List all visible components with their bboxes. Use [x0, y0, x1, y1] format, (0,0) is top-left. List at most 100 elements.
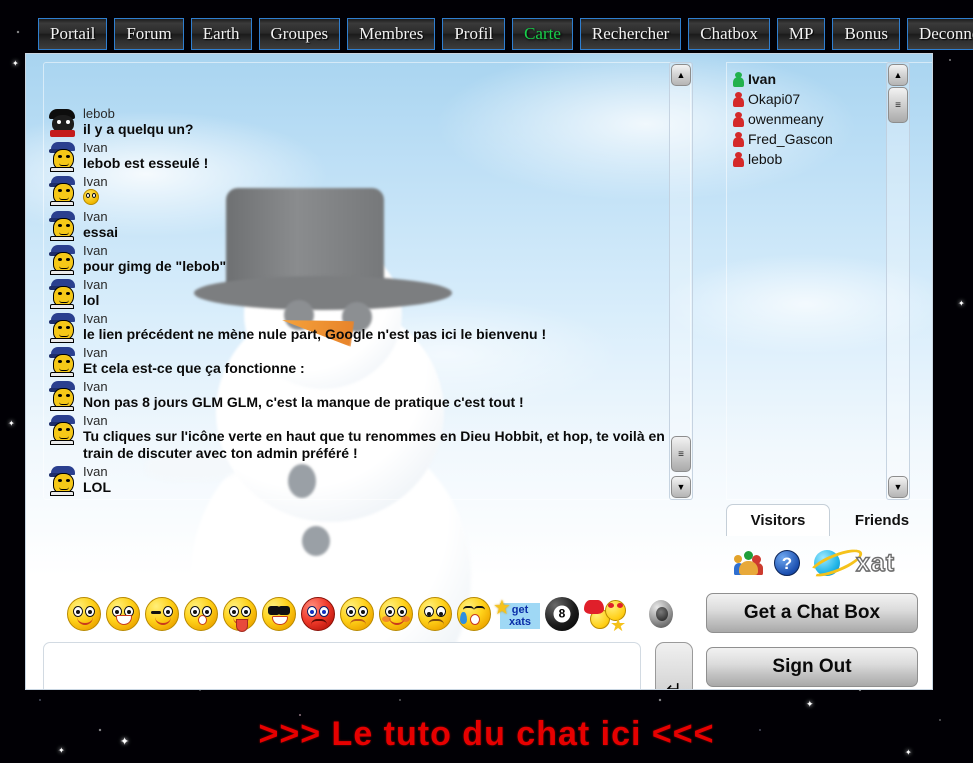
- members-icon[interactable]: [734, 549, 764, 577]
- nav-item-rechercher[interactable]: Rechercher: [579, 18, 682, 50]
- nav-item-membres[interactable]: Membres: [347, 18, 436, 50]
- tab-visitors[interactable]: Visitors: [726, 504, 830, 536]
- chat-message: Ivan Et cela est-ce que ça fonctionne :: [48, 344, 684, 378]
- scroll-up-button[interactable]: ▲: [671, 64, 691, 86]
- cool-emoticon[interactable]: [262, 597, 296, 631]
- sound-speaker-icon[interactable]: [645, 598, 677, 630]
- tutorial-link[interactable]: >>> Le tuto du chat ici <<<: [259, 715, 715, 754]
- message-text: Et cela est-ce que ça fonctionne :: [83, 360, 305, 376]
- help-icon[interactable]: ?: [774, 550, 800, 576]
- ivan-avatar: [48, 176, 77, 206]
- ivan-avatar: [48, 415, 77, 445]
- nav-item-forum[interactable]: Forum: [114, 18, 184, 50]
- blush-emoticon[interactable]: [379, 597, 413, 631]
- chevron-down-icon: ▼: [676, 482, 686, 492]
- get-xats-line1: get: [511, 604, 529, 616]
- message-text: le lien précédent ne mène nule part, Goo…: [83, 326, 547, 342]
- chat-message-pane[interactable]: lebob il y a quelqu un? Ivan lebob est e…: [43, 62, 691, 500]
- message-username: Ivan: [83, 345, 108, 360]
- nav-item-portail[interactable]: Portail: [38, 18, 108, 50]
- nav-item-carte[interactable]: Carte: [512, 18, 573, 50]
- wink-emoticon[interactable]: [145, 597, 179, 631]
- get-a-chat-box-button[interactable]: Get a Chat Box: [706, 593, 918, 633]
- grin-emoticon: [83, 189, 99, 205]
- message-username: Ivan: [83, 413, 108, 428]
- chevron-up-icon: ▲: [676, 70, 686, 80]
- kiss-emoticon[interactable]: ★: [584, 597, 628, 635]
- ivan-avatar: [48, 347, 77, 377]
- main-navigation: Portail Forum Earth Groupes Membres Prof…: [0, 13, 973, 55]
- scroll-up-button[interactable]: ▲: [888, 64, 908, 86]
- grip-icon: ≡: [678, 448, 684, 460]
- frown-emoticon[interactable]: [418, 597, 452, 631]
- nav-item-groupes[interactable]: Groupes: [258, 18, 341, 50]
- eight-ball-icon[interactable]: 8: [545, 597, 579, 631]
- nav-item-deconnexion[interactable]: Deconnexion: [906, 18, 973, 50]
- tutorial-banner: >>> Le tuto du chat ici <<<: [0, 706, 973, 763]
- star-icon: ★: [493, 597, 511, 619]
- grip-icon: ≡: [895, 99, 901, 111]
- send-message-button[interactable]: ↵: [655, 642, 693, 689]
- grin-emoticon[interactable]: [106, 597, 140, 631]
- message-text: [83, 189, 684, 207]
- nav-item-profil[interactable]: Profil: [442, 18, 506, 50]
- scrollbar-thumb[interactable]: ≡: [888, 87, 908, 123]
- nav-item-bonus[interactable]: Bonus: [832, 18, 900, 50]
- star-glyph: ✦: [12, 59, 19, 68]
- chat-message: Ivan lol: [48, 276, 684, 310]
- ivan-avatar: [48, 279, 77, 309]
- chat-message: Ivan le lien précédent ne mène nule part…: [48, 310, 684, 344]
- nav-item-mp[interactable]: MP: [776, 18, 826, 50]
- message-input[interactable]: [43, 642, 641, 689]
- tab-friends[interactable]: Friends: [830, 504, 932, 536]
- message-text: pour gimg de "lebob": [83, 258, 227, 274]
- sign-out-button[interactable]: Sign Out: [706, 647, 918, 687]
- xat-wordmark: xat: [855, 548, 896, 577]
- chat-message: Ivan pour gimg de "lebob": [48, 242, 684, 276]
- chevron-down-icon: ▼: [893, 482, 903, 492]
- eight-ball-number: 8: [553, 605, 571, 623]
- nav-item-earth[interactable]: Earth: [190, 18, 252, 50]
- emoticon-bar: get xats ★ 8 ★: [43, 592, 723, 636]
- message-username: Ivan: [83, 209, 108, 224]
- message-username: Ivan: [83, 311, 108, 326]
- chat-message: Ivan essai: [48, 208, 684, 242]
- user-status-icon-away: [733, 131, 744, 147]
- ivan-avatar: [48, 466, 77, 496]
- chat-message: Ivan: [48, 173, 684, 208]
- message-username: Ivan: [83, 379, 108, 394]
- smile-emoticon[interactable]: [67, 597, 101, 631]
- cry-emoticon[interactable]: [457, 597, 491, 631]
- surprised-emoticon[interactable]: [184, 597, 218, 631]
- user-name: lebob: [748, 151, 783, 167]
- xat-logo[interactable]: xat: [806, 544, 932, 582]
- user-status-icon-away: [733, 111, 744, 127]
- chat-message: Ivan Tu cliques sur l'icône verte en hau…: [48, 412, 684, 463]
- get-xats-button[interactable]: get xats ★: [493, 597, 540, 629]
- nav-item-chatbox[interactable]: Chatbox: [688, 18, 770, 50]
- tongue-emoticon[interactable]: [223, 597, 257, 632]
- lebob-avatar: [48, 108, 77, 138]
- angry-emoticon[interactable]: [301, 597, 335, 631]
- message-username: Ivan: [83, 277, 108, 292]
- user-pane-scrollbar[interactable]: ▲ ≡ ▼: [886, 62, 910, 500]
- message-text: LOL: [83, 479, 111, 495]
- scroll-down-button[interactable]: ▼: [671, 476, 691, 498]
- message-pane-scrollbar[interactable]: ▲ ≡ ▼: [669, 62, 693, 500]
- get-xats-line2: xats: [508, 616, 532, 628]
- ivan-avatar: [48, 245, 77, 275]
- user-name: Ivan: [748, 71, 777, 87]
- scroll-down-button[interactable]: ▼: [888, 476, 908, 498]
- message-text: lebob est esseulé !: [83, 155, 209, 171]
- message-username: Ivan: [83, 243, 108, 258]
- snowman-coal-button: [302, 526, 330, 556]
- xat-chat-window: lebob il y a quelqu un? Ivan lebob est e…: [25, 53, 933, 690]
- chat-message: Ivan LOL: [48, 463, 684, 497]
- ivan-avatar: [48, 313, 77, 343]
- ivan-avatar: [48, 142, 77, 172]
- scrollbar-thumb[interactable]: ≡: [671, 436, 691, 472]
- sad-emoticon[interactable]: [340, 597, 374, 631]
- user-name: owenmeany: [748, 111, 824, 127]
- message-username: Ivan: [83, 140, 108, 155]
- user-name: Okapi07: [748, 91, 801, 107]
